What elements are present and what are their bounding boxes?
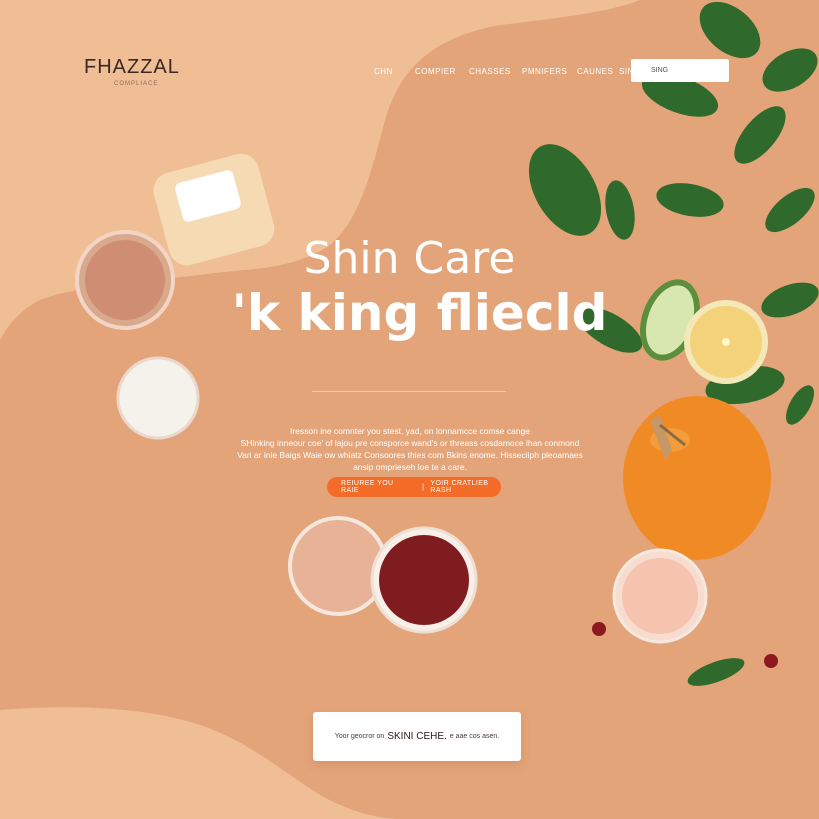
nav-item-chn[interactable]: CHN [374,67,415,76]
brand-tagline: COMPLIACE [114,81,159,87]
hero-description: Iresson ine comnter you stest, yad, on l… [220,425,600,473]
hero-title-line1: Shin Care [303,233,516,284]
background-waves [0,0,640,819]
footer-card-suffix: e aae cos asen. [449,733,500,740]
nav-item-pmnifers[interactable]: PMNIFERS [522,67,577,76]
hero-description-line: Iresson ine comnter you stest, yad, on l… [289,426,530,436]
nav-item-caunes[interactable]: CAUNES [577,67,619,76]
search-box [631,59,729,82]
nav-item-compier[interactable]: COMPIER [415,67,469,76]
footer-card[interactable]: Yoor geocror on SKINI CEHE. e aae cos as… [313,712,521,761]
hero-divider [312,391,506,392]
footer-card-emphasis: SKINI CEHE. [387,731,447,742]
search-input[interactable] [631,59,729,82]
main-nav: CHN COMPIER CHASSES PMNIFERS CAUNES SIN [374,67,631,76]
footer-card-prefix: Yoor geocror on [334,733,385,740]
hero-title-line2: 'k king fliecld [231,284,608,342]
cta-primary-label: REIUREE YOU RAIE [341,480,394,494]
nav-item-chasses[interactable]: CHASSES [469,67,522,76]
hero-description-line: Vari ar inie Baigs Waie ow whiatz Consoo… [237,450,583,460]
hero-description-line: SHinking inneour coe' of lajou pre consp… [240,438,580,448]
nav-item-sin[interactable]: SIN [619,67,631,76]
cta-separator: | [422,483,425,491]
cta-secondary-label: YOIR CRATLIEB RASH [430,480,489,494]
brand-name: FHAZZAL [84,56,180,78]
cta-button[interactable]: REIUREE YOU RAIE | YOIR CRATLIEB RASH [327,477,501,497]
brand-logo[interactable]: FHAZZAL COMPLIACE [84,56,180,87]
hero-description-line: ansip omprieseh loe te a care. [353,462,467,472]
